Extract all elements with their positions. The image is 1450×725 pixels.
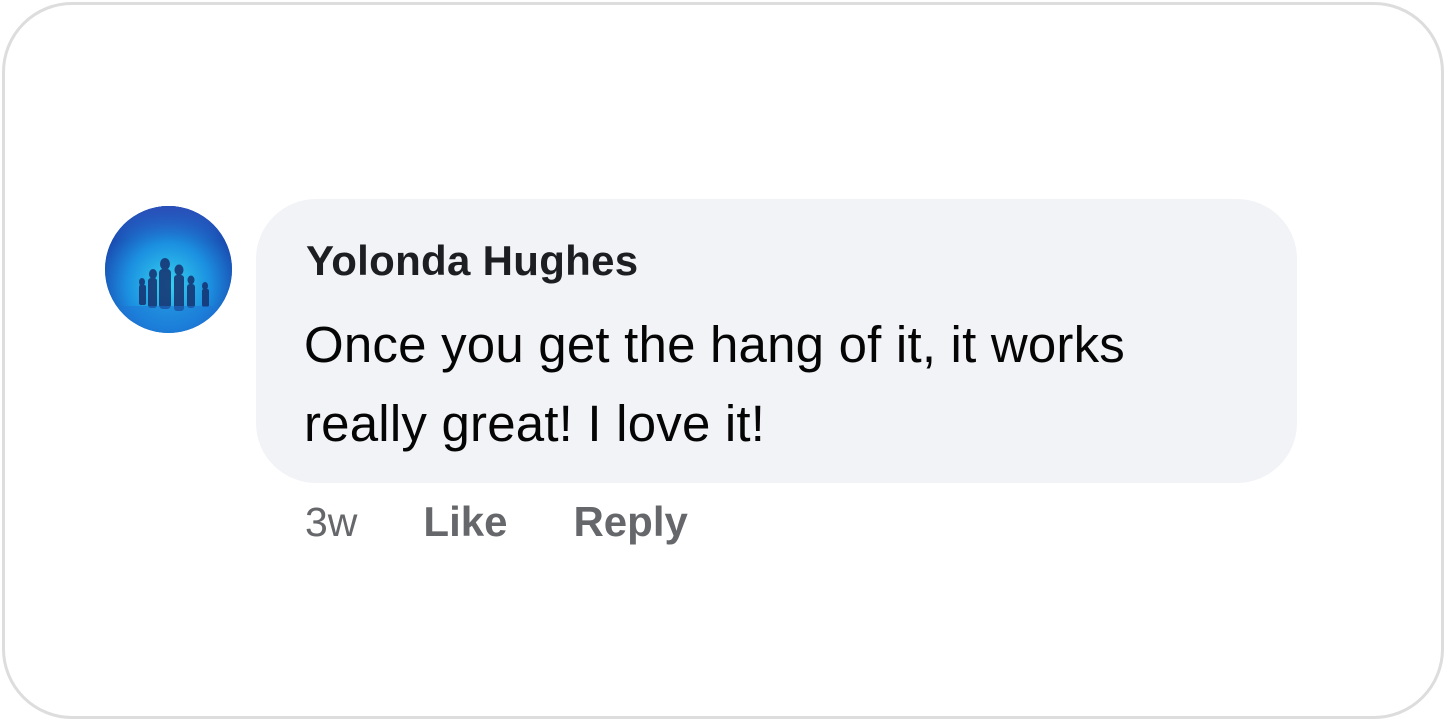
comment-timestamp[interactable]: 3w <box>305 499 357 546</box>
like-button[interactable]: Like <box>423 498 507 546</box>
comment-actions: 3w Like Reply <box>305 495 688 549</box>
comment-text: Once you get the hang of it, it works re… <box>304 316 1126 452</box>
comment-author[interactable]: Yolonda Hughes <box>306 237 638 285</box>
comment-bubble: Yolonda Hughes Once you get the hang of … <box>256 199 1297 483</box>
reply-button[interactable]: Reply <box>573 498 687 546</box>
avatar-image <box>105 206 232 333</box>
avatar[interactable] <box>105 206 232 333</box>
